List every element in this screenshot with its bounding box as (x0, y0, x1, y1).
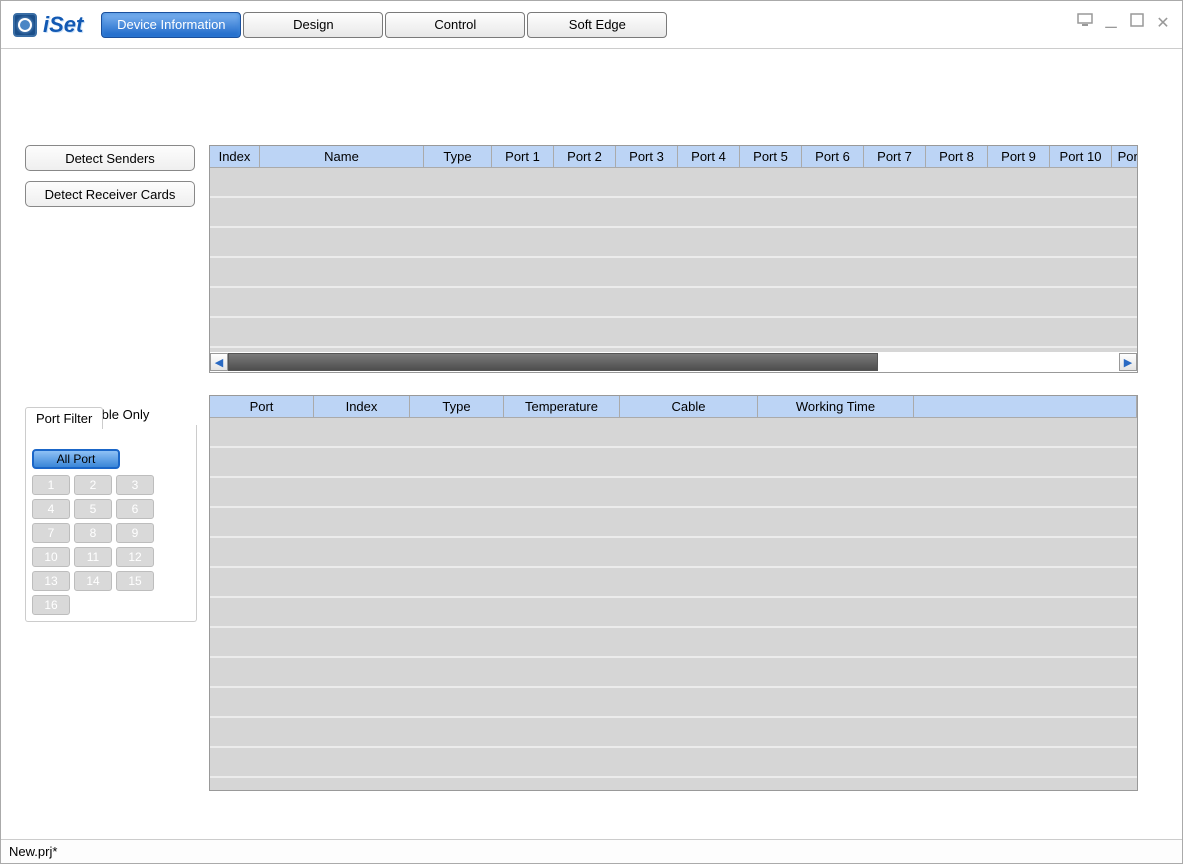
port-5-button[interactable]: 5 (74, 499, 112, 519)
content-area: Detect Senders Detect Receiver Cards Fai… (1, 49, 1182, 839)
table-row (210, 628, 1137, 658)
table-row (210, 318, 1137, 348)
receivers-col-temperature[interactable]: Temperature (504, 396, 620, 417)
table-row (210, 448, 1137, 478)
title-bar: iSet Device Information Design Control S… (1, 1, 1182, 49)
minimize-icon[interactable]: _ (1102, 13, 1120, 33)
table-row (210, 748, 1137, 778)
window-controls: _ ✕ (1076, 13, 1172, 33)
senders-table: Index Name Type Port 1 Port 2 Port 3 Por… (209, 145, 1138, 373)
port-16-button[interactable]: 16 (32, 595, 70, 615)
app-logo-icon (13, 13, 37, 37)
scroll-thumb[interactable] (228, 353, 878, 371)
app-title: iSet (43, 12, 83, 38)
port-grid: 1 2 3 4 5 6 7 8 9 10 11 12 13 14 15 16 (30, 475, 192, 615)
table-row (210, 478, 1137, 508)
port-filter-panel: Port Filter All Port 1 2 3 4 5 6 7 8 9 1… (25, 425, 197, 622)
senders-table-header: Index Name Type Port 1 Port 2 Port 3 Por… (210, 146, 1137, 168)
port-4-button[interactable]: 4 (32, 499, 70, 519)
senders-col-port3[interactable]: Port 3 (616, 146, 678, 167)
tab-design[interactable]: Design (243, 12, 383, 38)
port-13-button[interactable]: 13 (32, 571, 70, 591)
table-row (210, 418, 1137, 448)
receivers-table-body (210, 418, 1137, 791)
senders-col-port1[interactable]: Port 1 (492, 146, 554, 167)
senders-col-port6[interactable]: Port 6 (802, 146, 864, 167)
table-row (210, 778, 1137, 791)
port-8-button[interactable]: 8 (74, 523, 112, 543)
table-row (210, 718, 1137, 748)
table-row (210, 568, 1137, 598)
port-11-button[interactable]: 11 (74, 547, 112, 567)
all-port-button[interactable]: All Port (32, 449, 120, 469)
senders-col-port8[interactable]: Port 8 (926, 146, 988, 167)
detect-senders-button[interactable]: Detect Senders (25, 145, 195, 171)
receivers-col-working-time[interactable]: Working Time (758, 396, 914, 417)
detect-receivers-button[interactable]: Detect Receiver Cards (25, 181, 195, 207)
senders-table-body (210, 168, 1137, 352)
port-2-button[interactable]: 2 (74, 475, 112, 495)
senders-col-port7[interactable]: Port 7 (864, 146, 926, 167)
table-row (210, 538, 1137, 568)
tab-soft-edge[interactable]: Soft Edge (527, 12, 667, 38)
receivers-col-cable[interactable]: Cable (620, 396, 758, 417)
senders-col-port5[interactable]: Port 5 (740, 146, 802, 167)
port-6-button[interactable]: 6 (116, 499, 154, 519)
senders-col-port4[interactable]: Port 4 (678, 146, 740, 167)
port-12-button[interactable]: 12 (116, 547, 154, 567)
senders-col-index[interactable]: Index (210, 146, 260, 167)
main-tabs: Device Information Design Control Soft E… (101, 12, 669, 38)
port-10-button[interactable]: 10 (32, 547, 70, 567)
close-icon[interactable]: ✕ (1154, 13, 1172, 33)
port-1-button[interactable]: 1 (32, 475, 70, 495)
receivers-table: Port Index Type Temperature Cable Workin… (209, 395, 1138, 791)
receivers-col-type[interactable]: Type (410, 396, 504, 417)
receivers-col-index[interactable]: Index (314, 396, 410, 417)
senders-col-port-more[interactable]: Port (1112, 146, 1138, 167)
receivers-col-extra (914, 396, 1137, 417)
monitor-icon[interactable] (1076, 13, 1094, 33)
senders-col-type[interactable]: Type (424, 146, 492, 167)
senders-col-port10[interactable]: Port 10 (1050, 146, 1112, 167)
senders-col-port2[interactable]: Port 2 (554, 146, 616, 167)
left-sidebar: Detect Senders Detect Receiver Cards (25, 145, 197, 217)
senders-scrollbar[interactable]: ◀ ▶ (210, 352, 1137, 372)
receivers-col-port[interactable]: Port (210, 396, 314, 417)
scroll-right-icon[interactable]: ▶ (1119, 353, 1137, 371)
tab-control[interactable]: Control (385, 12, 525, 38)
table-row (210, 598, 1137, 628)
maximize-icon[interactable] (1128, 13, 1146, 33)
senders-col-port9[interactable]: Port 9 (988, 146, 1050, 167)
port-14-button[interactable]: 14 (74, 571, 112, 591)
table-row (210, 658, 1137, 688)
table-row (210, 228, 1137, 258)
port-15-button[interactable]: 15 (116, 571, 154, 591)
senders-col-name[interactable]: Name (260, 146, 424, 167)
scroll-left-icon[interactable]: ◀ (210, 353, 228, 371)
status-bar: New.prj* (1, 839, 1182, 863)
port-7-button[interactable]: 7 (32, 523, 70, 543)
scroll-track[interactable] (228, 353, 1119, 371)
port-3-button[interactable]: 3 (116, 475, 154, 495)
table-row (210, 258, 1137, 288)
table-row (210, 168, 1137, 198)
table-row (210, 688, 1137, 718)
port-9-button[interactable]: 9 (116, 523, 154, 543)
table-row (210, 288, 1137, 318)
receivers-table-header: Port Index Type Temperature Cable Workin… (210, 396, 1137, 418)
table-row (210, 198, 1137, 228)
table-row (210, 508, 1137, 538)
status-filename: New.prj* (9, 844, 57, 859)
tab-device-information[interactable]: Device Information (101, 12, 241, 38)
port-filter-title: Port Filter (25, 407, 103, 429)
